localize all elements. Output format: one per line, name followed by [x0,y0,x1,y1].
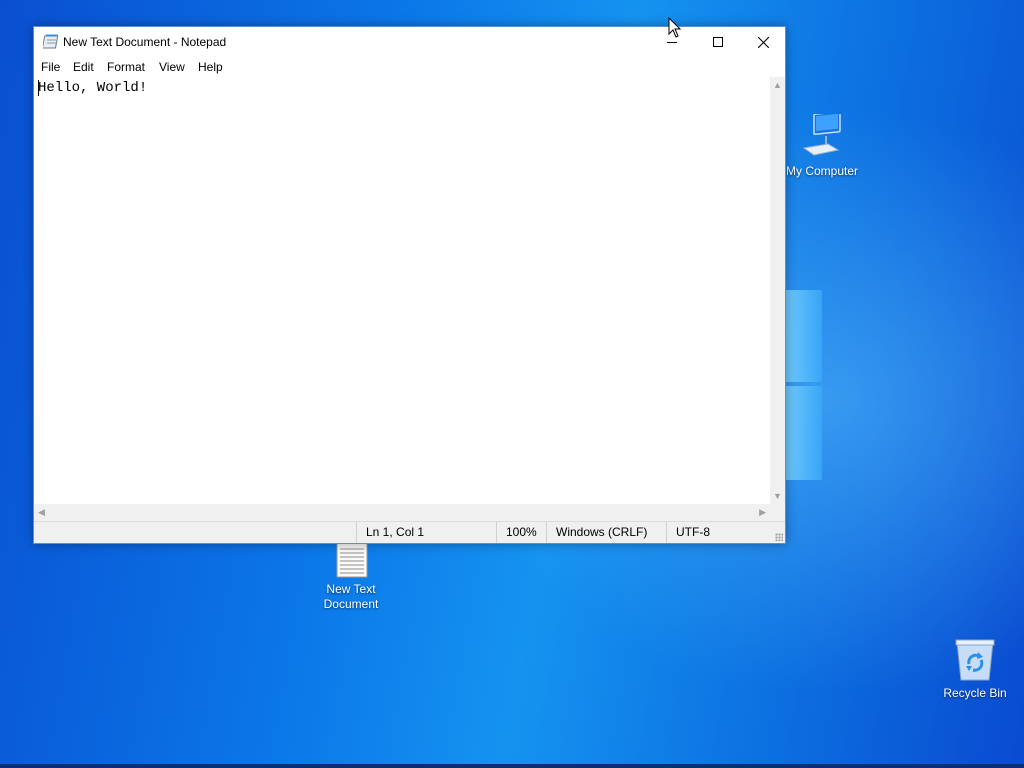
scroll-up-icon[interactable]: ▲ [773,80,782,90]
menu-view[interactable]: View [159,60,185,74]
editor-content: Hello, World! [38,80,148,96]
status-position: Ln 1, Col 1 [356,522,496,543]
desktop-icon-my-computer[interactable]: My Computer [782,110,862,179]
menu-bar: File Edit Format View Help [34,57,785,77]
text-document-label-line1: New Text [326,582,376,596]
horizontal-scrollbar[interactable]: ◀ ▶ [34,504,770,521]
maximize-button[interactable] [695,27,741,57]
logo-pane-top [786,290,822,382]
maximize-icon [713,37,723,47]
text-editor[interactable]: Hello, World! [34,77,770,504]
scroll-right-icon[interactable]: ▶ [759,507,766,518]
scroll-left-icon[interactable]: ◀ [38,507,45,518]
notepad-window: New Text Document - Notepad File Edit Fo… [33,26,786,544]
computer-icon [802,110,841,156]
menu-help[interactable]: Help [198,60,223,74]
status-zoom: 100% [496,522,546,543]
window-title: New Text Document - Notepad [63,35,227,49]
recycle-bin-icon [955,639,995,681]
scrollbar-corner [770,504,785,521]
menu-edit[interactable]: Edit [73,60,94,74]
mouse-cursor-icon [668,17,682,38]
status-line-ending: Windows (CRLF) [546,522,666,543]
menu-format[interactable]: Format [107,60,145,74]
windows-logo-wallpaper [786,290,822,480]
vertical-scrollbar[interactable]: ▲ ▼ [770,77,785,504]
scroll-down-icon[interactable]: ▼ [773,491,782,501]
desktop-icon-recycle-bin[interactable]: Recycle Bin [935,638,1015,701]
text-caret [38,80,39,96]
desktop-icon-text-document[interactable]: New Text Document [311,542,391,612]
text-file-icon [336,542,368,578]
recycle-bin-label: Recycle Bin [943,686,1007,700]
notepad-icon [43,34,59,49]
menu-file[interactable]: File [41,60,60,74]
text-document-label-line2: Document [323,597,379,611]
close-icon [757,36,769,48]
resize-grip-icon[interactable] [775,533,783,541]
status-bar: Ln 1, Col 1 100% Windows (CRLF) UTF-8 [34,521,785,543]
my-computer-label: My Computer [785,164,859,178]
taskbar-edge [0,764,1024,768]
logo-pane-bottom [786,386,822,480]
status-encoding: UTF-8 [666,522,785,543]
close-button[interactable] [740,27,786,57]
